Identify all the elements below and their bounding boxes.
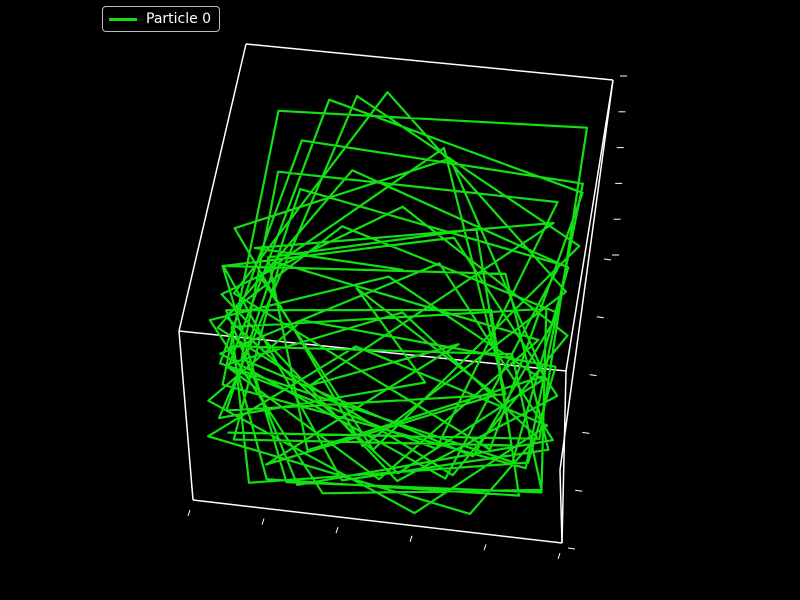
axis-tick — [589, 374, 597, 377]
trajectory-line-particle-0 — [207, 91, 589, 516]
axis-tick — [603, 258, 612, 261]
axis-tick — [557, 552, 561, 560]
axis-edge — [559, 469, 563, 544]
axis-tick — [582, 431, 590, 434]
axis-edge — [561, 370, 567, 544]
axis-tick — [409, 535, 413, 542]
axis-tick — [335, 527, 339, 534]
legend-label: Particle 0 — [146, 11, 212, 27]
3d-trajectory-chart — [178, 43, 627, 560]
legend: Particle 0 — [102, 6, 221, 32]
legend-swatch — [109, 17, 137, 21]
axis-tick — [567, 547, 576, 550]
axis-tick — [261, 518, 265, 525]
axis-edge — [245, 43, 614, 81]
axis-edge — [559, 79, 614, 471]
axis-edge — [192, 499, 563, 544]
axis-tick — [575, 489, 583, 492]
axis-tick — [596, 316, 604, 319]
axis-tick — [187, 509, 191, 517]
axis-edge — [178, 330, 194, 501]
axis-tick — [483, 544, 487, 551]
